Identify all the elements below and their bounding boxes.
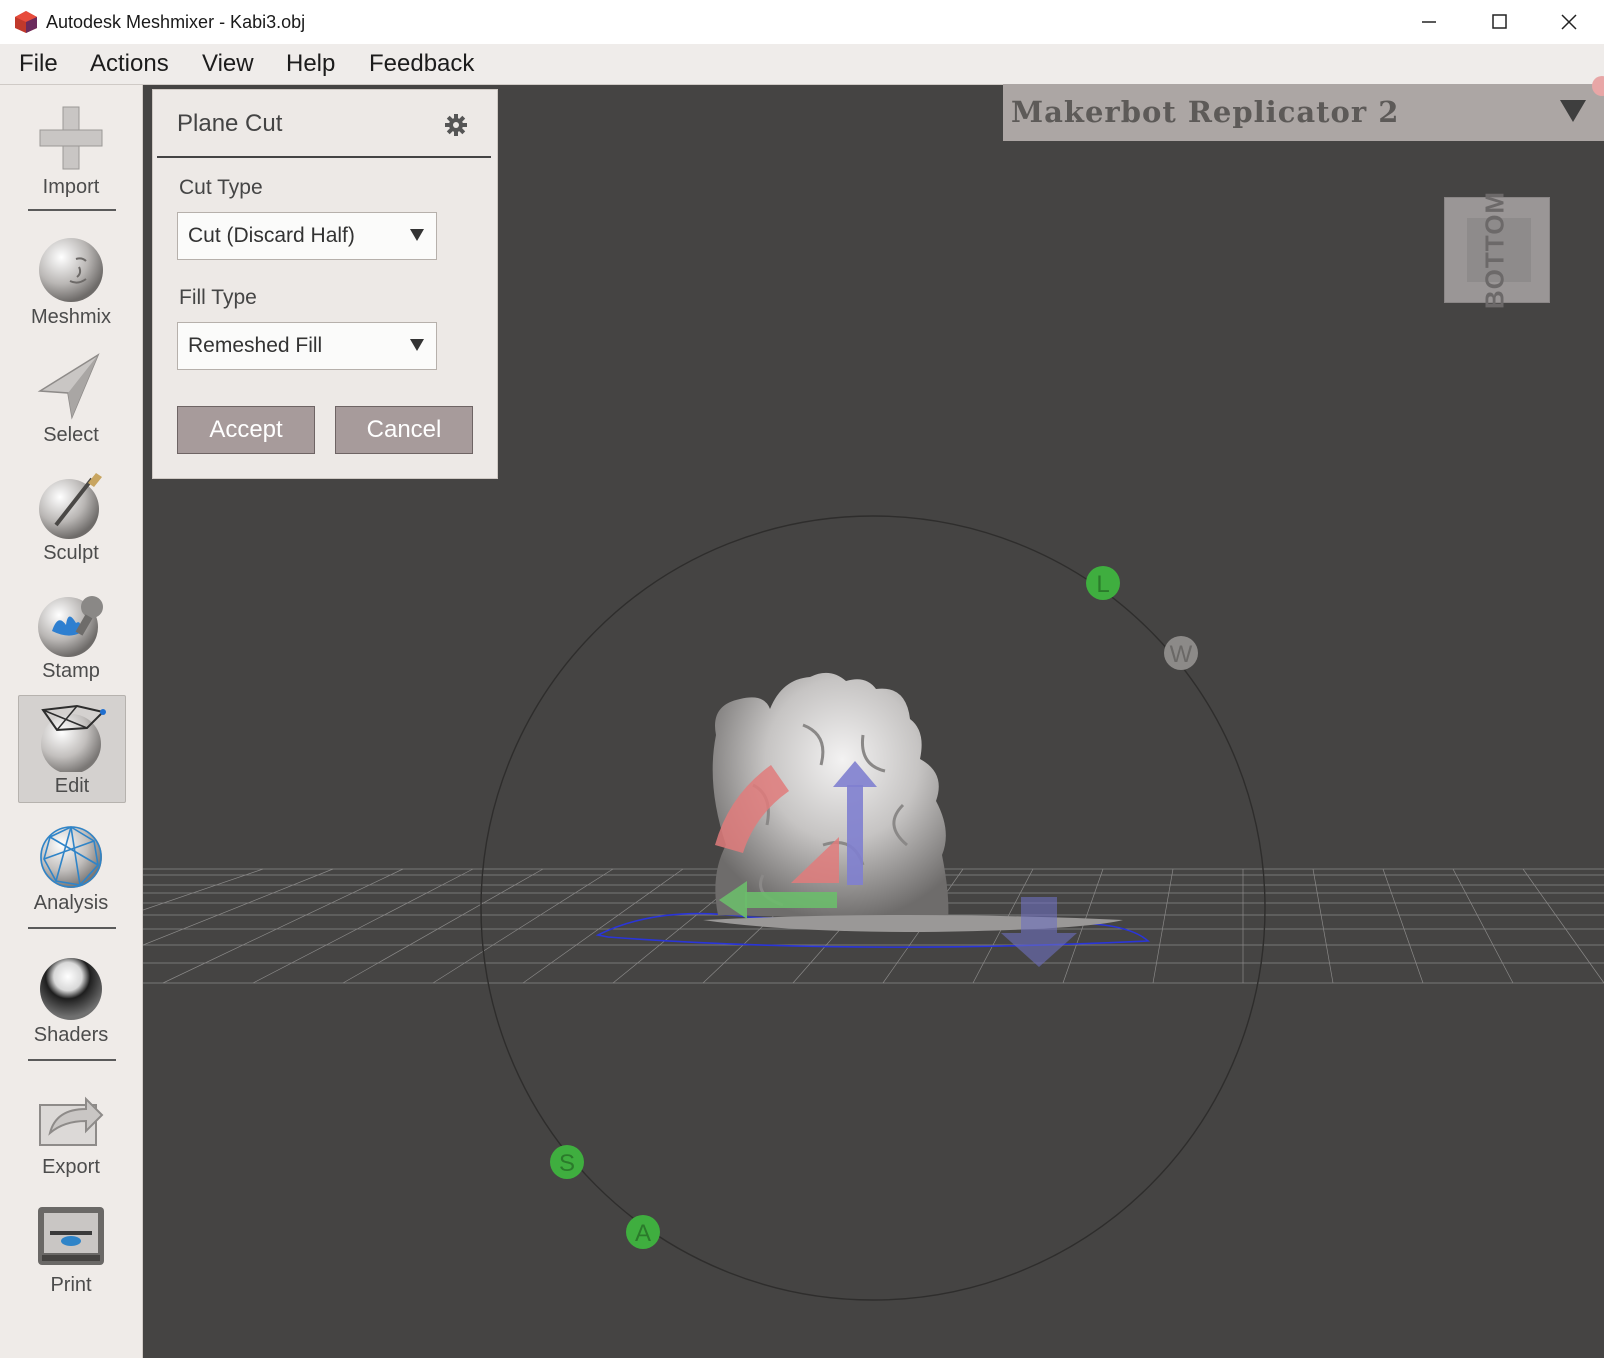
- menu-bar: File Actions View Help Feedback: [0, 44, 1604, 85]
- menu-file[interactable]: File: [19, 50, 58, 78]
- printer-selector[interactable]: Makerbot Replicator 2: [1003, 76, 1604, 141]
- face-sphere-icon: [39, 238, 103, 302]
- tool-select[interactable]: Select: [18, 345, 124, 451]
- tool-edit[interactable]: Edit: [18, 695, 126, 803]
- view-cube[interactable]: BOTTOM: [1444, 191, 1550, 309]
- close-icon: [1561, 14, 1577, 30]
- tool-stamp[interactable]: Stamp: [18, 581, 124, 687]
- divider: [28, 927, 116, 929]
- meshmixer-logo-icon: [15, 11, 37, 33]
- chevron-down-icon: [410, 229, 424, 241]
- tool-import[interactable]: Import: [18, 97, 124, 203]
- svg-text:L: L: [1096, 571, 1109, 598]
- wireframe-sphere-icon: [41, 704, 106, 772]
- chrome-sphere-icon: [40, 958, 102, 1020]
- tool-label: Edit: [54, 775, 90, 797]
- tool-label: Sculpt: [43, 542, 99, 564]
- tool-label: Print: [50, 1274, 92, 1296]
- gear-icon[interactable]: [445, 114, 467, 136]
- status-dot: [1592, 76, 1604, 96]
- gizmo-marker-w[interactable]: W: [1164, 636, 1198, 670]
- tool-label: Import: [42, 176, 100, 198]
- tool-meshmix[interactable]: Meshmix: [18, 227, 124, 333]
- plane-cut-panel: Plane Cut Cut Type Cut (Discard Half) Fi…: [152, 89, 498, 479]
- view-cube-label: BOTTOM: [1479, 190, 1510, 310]
- tool-label: Meshmix: [30, 306, 111, 328]
- close-button[interactable]: [1534, 0, 1604, 44]
- svg-text:A: A: [635, 1220, 651, 1247]
- minimize-icon: [1422, 21, 1436, 23]
- menu-help[interactable]: Help: [286, 50, 335, 78]
- panel-divider: [157, 156, 491, 158]
- brush-sphere-icon: [39, 473, 102, 539]
- tool-label: Stamp: [42, 660, 100, 682]
- gizmo-marker-s[interactable]: S: [550, 1145, 584, 1179]
- dropdown-triangle-icon[interactable]: [1560, 100, 1586, 122]
- cancel-button[interactable]: Cancel: [335, 406, 473, 454]
- title-bar: Autodesk Meshmixer - Kabi3.obj: [0, 0, 1604, 45]
- menu-view[interactable]: View: [202, 50, 254, 78]
- gizmo-marker-a[interactable]: A: [626, 1215, 660, 1249]
- tool-label: Shaders: [33, 1024, 109, 1046]
- printer-icon: [38, 1207, 104, 1265]
- divider: [28, 1059, 116, 1061]
- svg-text:S: S: [559, 1150, 575, 1177]
- maximize-icon: [1492, 14, 1507, 29]
- gizmo-marker-l[interactable]: L: [1086, 566, 1120, 600]
- export-arrow-icon: [39, 1096, 104, 1146]
- cut-type-select[interactable]: Cut (Discard Half): [177, 212, 437, 260]
- minimize-button[interactable]: [1394, 0, 1464, 44]
- divider: [28, 209, 116, 211]
- fill-type-value: Remeshed Fill: [188, 334, 323, 357]
- tool-shaders[interactable]: Shaders: [18, 945, 124, 1051]
- chevron-down-icon: [410, 339, 424, 351]
- cursor-arrow-icon: [37, 353, 100, 420]
- tool-label: Select: [43, 424, 99, 446]
- tool-print[interactable]: Print: [18, 1195, 124, 1301]
- menu-feedback[interactable]: Feedback: [369, 50, 474, 78]
- menu-actions[interactable]: Actions: [90, 50, 169, 78]
- accept-button[interactable]: Accept: [177, 406, 315, 454]
- tool-label: Analysis: [33, 892, 109, 914]
- tool-sculpt[interactable]: Sculpt: [18, 463, 124, 569]
- fill-type-label: Fill Type: [179, 286, 257, 309]
- window-title: Autodesk Meshmixer - Kabi3.obj: [46, 12, 306, 32]
- tool-export[interactable]: Export: [18, 1077, 124, 1183]
- tool-label: Export: [42, 1156, 100, 1178]
- cut-type-value: Cut (Discard Half): [188, 224, 355, 247]
- fill-type-select[interactable]: Remeshed Fill: [177, 322, 437, 370]
- cut-type-label: Cut Type: [179, 176, 263, 199]
- tool-analysis[interactable]: Analysis: [18, 813, 124, 919]
- svg-text:W: W: [1170, 641, 1193, 668]
- stamp-sphere-icon: [38, 596, 103, 657]
- panel-title: Plane Cut: [177, 110, 283, 137]
- plus-icon: [39, 106, 103, 170]
- printer-name: Makerbot Replicator 2: [1011, 95, 1400, 129]
- tool-sidebar: Import Meshmix Select Sculpt Stamp Edit …: [0, 85, 143, 1358]
- mesh-sphere-icon: [40, 826, 102, 888]
- maximize-button[interactable]: [1464, 0, 1534, 44]
